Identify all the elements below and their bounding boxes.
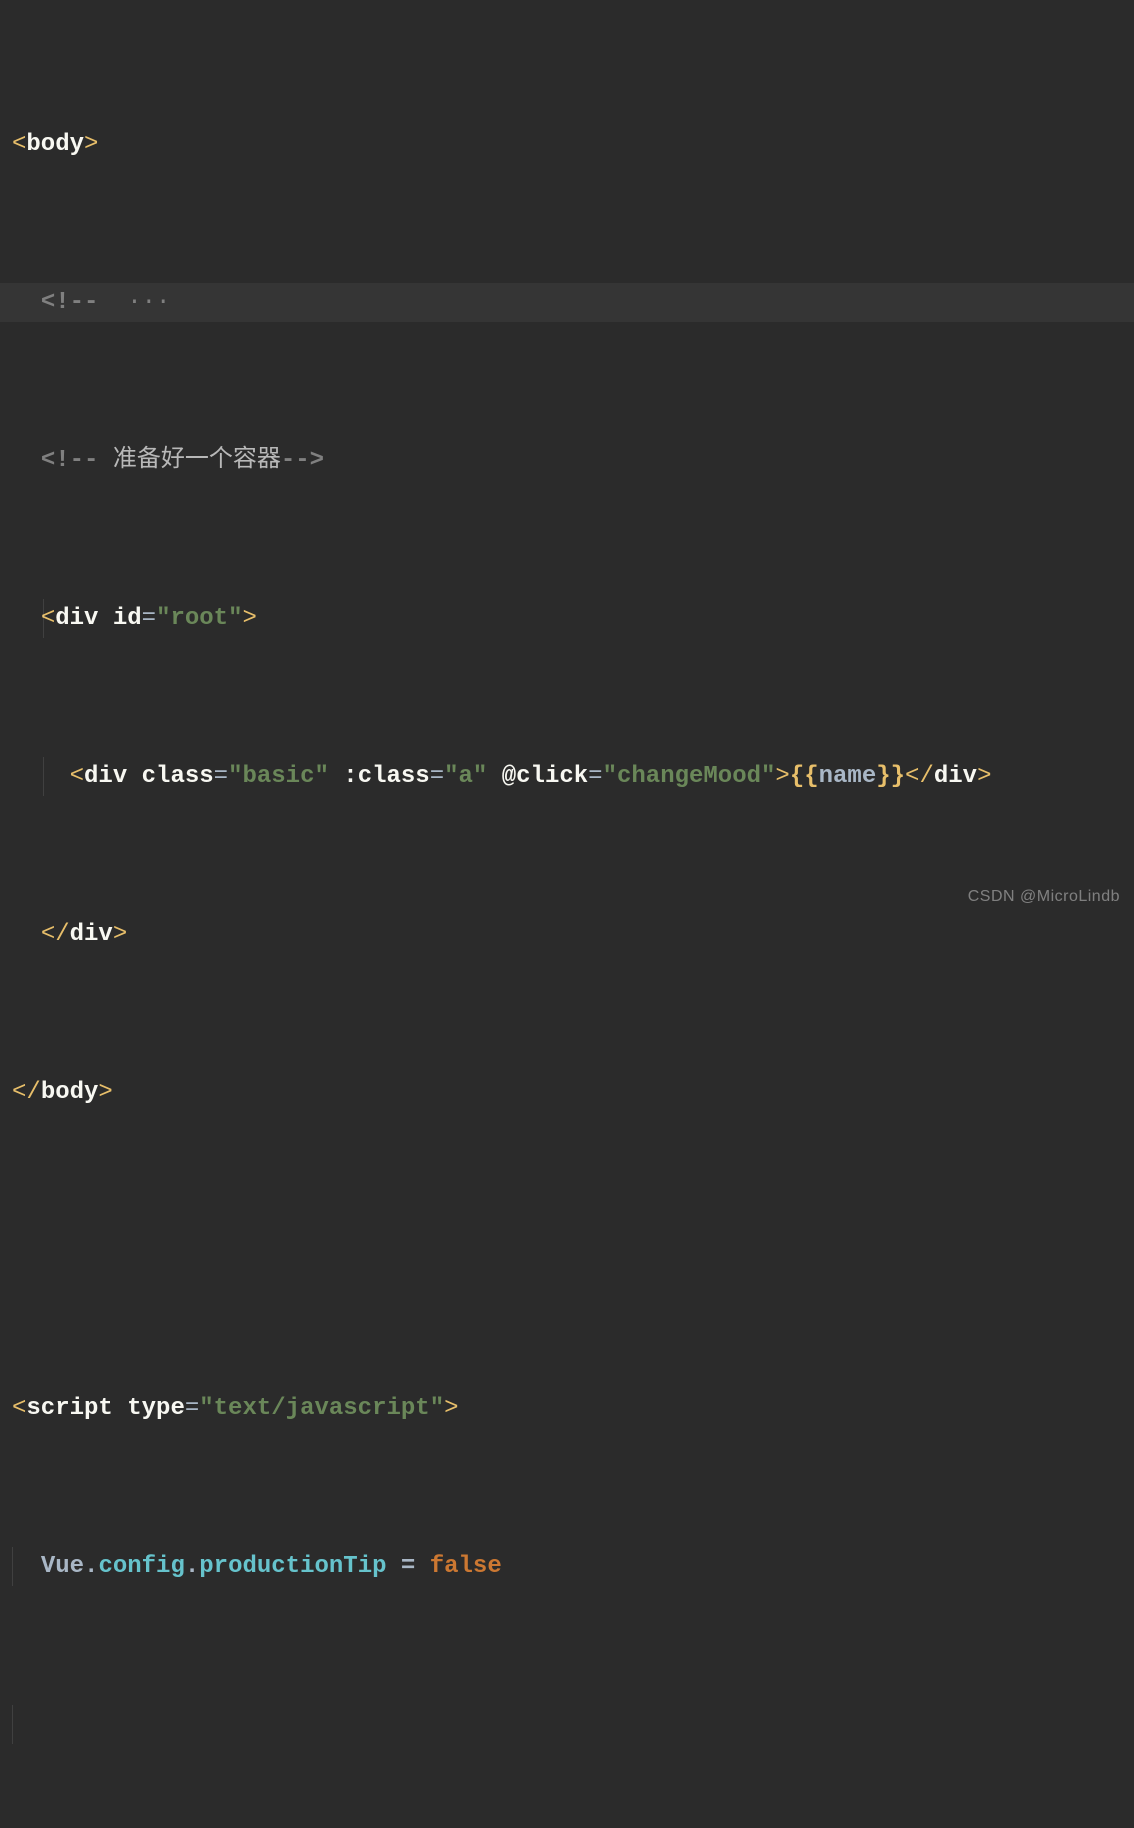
code-line: <body> <box>0 125 1134 165</box>
code-line <box>0 1231 1134 1271</box>
code-line: <!-- 准备好一个容器--> <box>0 441 1134 481</box>
code-line: </body> <box>0 1073 1134 1113</box>
code-line <box>0 1705 1134 1745</box>
code-line: <div class="basic" :class="a" @click="ch… <box>0 757 1134 797</box>
code-line: <!-- ··· <box>0 283 1134 323</box>
code-line: <div id="root"> <box>0 599 1134 639</box>
watermark-text: CSDN @MicroLindb <box>968 888 1120 906</box>
code-line: </div> <box>0 915 1134 955</box>
code-line: Vue.config.productionTip = false <box>0 1547 1134 1587</box>
code-editor[interactable]: <body> <!-- ··· <!-- 准备好一个容器--> <div id=… <box>0 0 1134 1828</box>
code-line: <script type="text/javascript"> <box>0 1389 1134 1429</box>
